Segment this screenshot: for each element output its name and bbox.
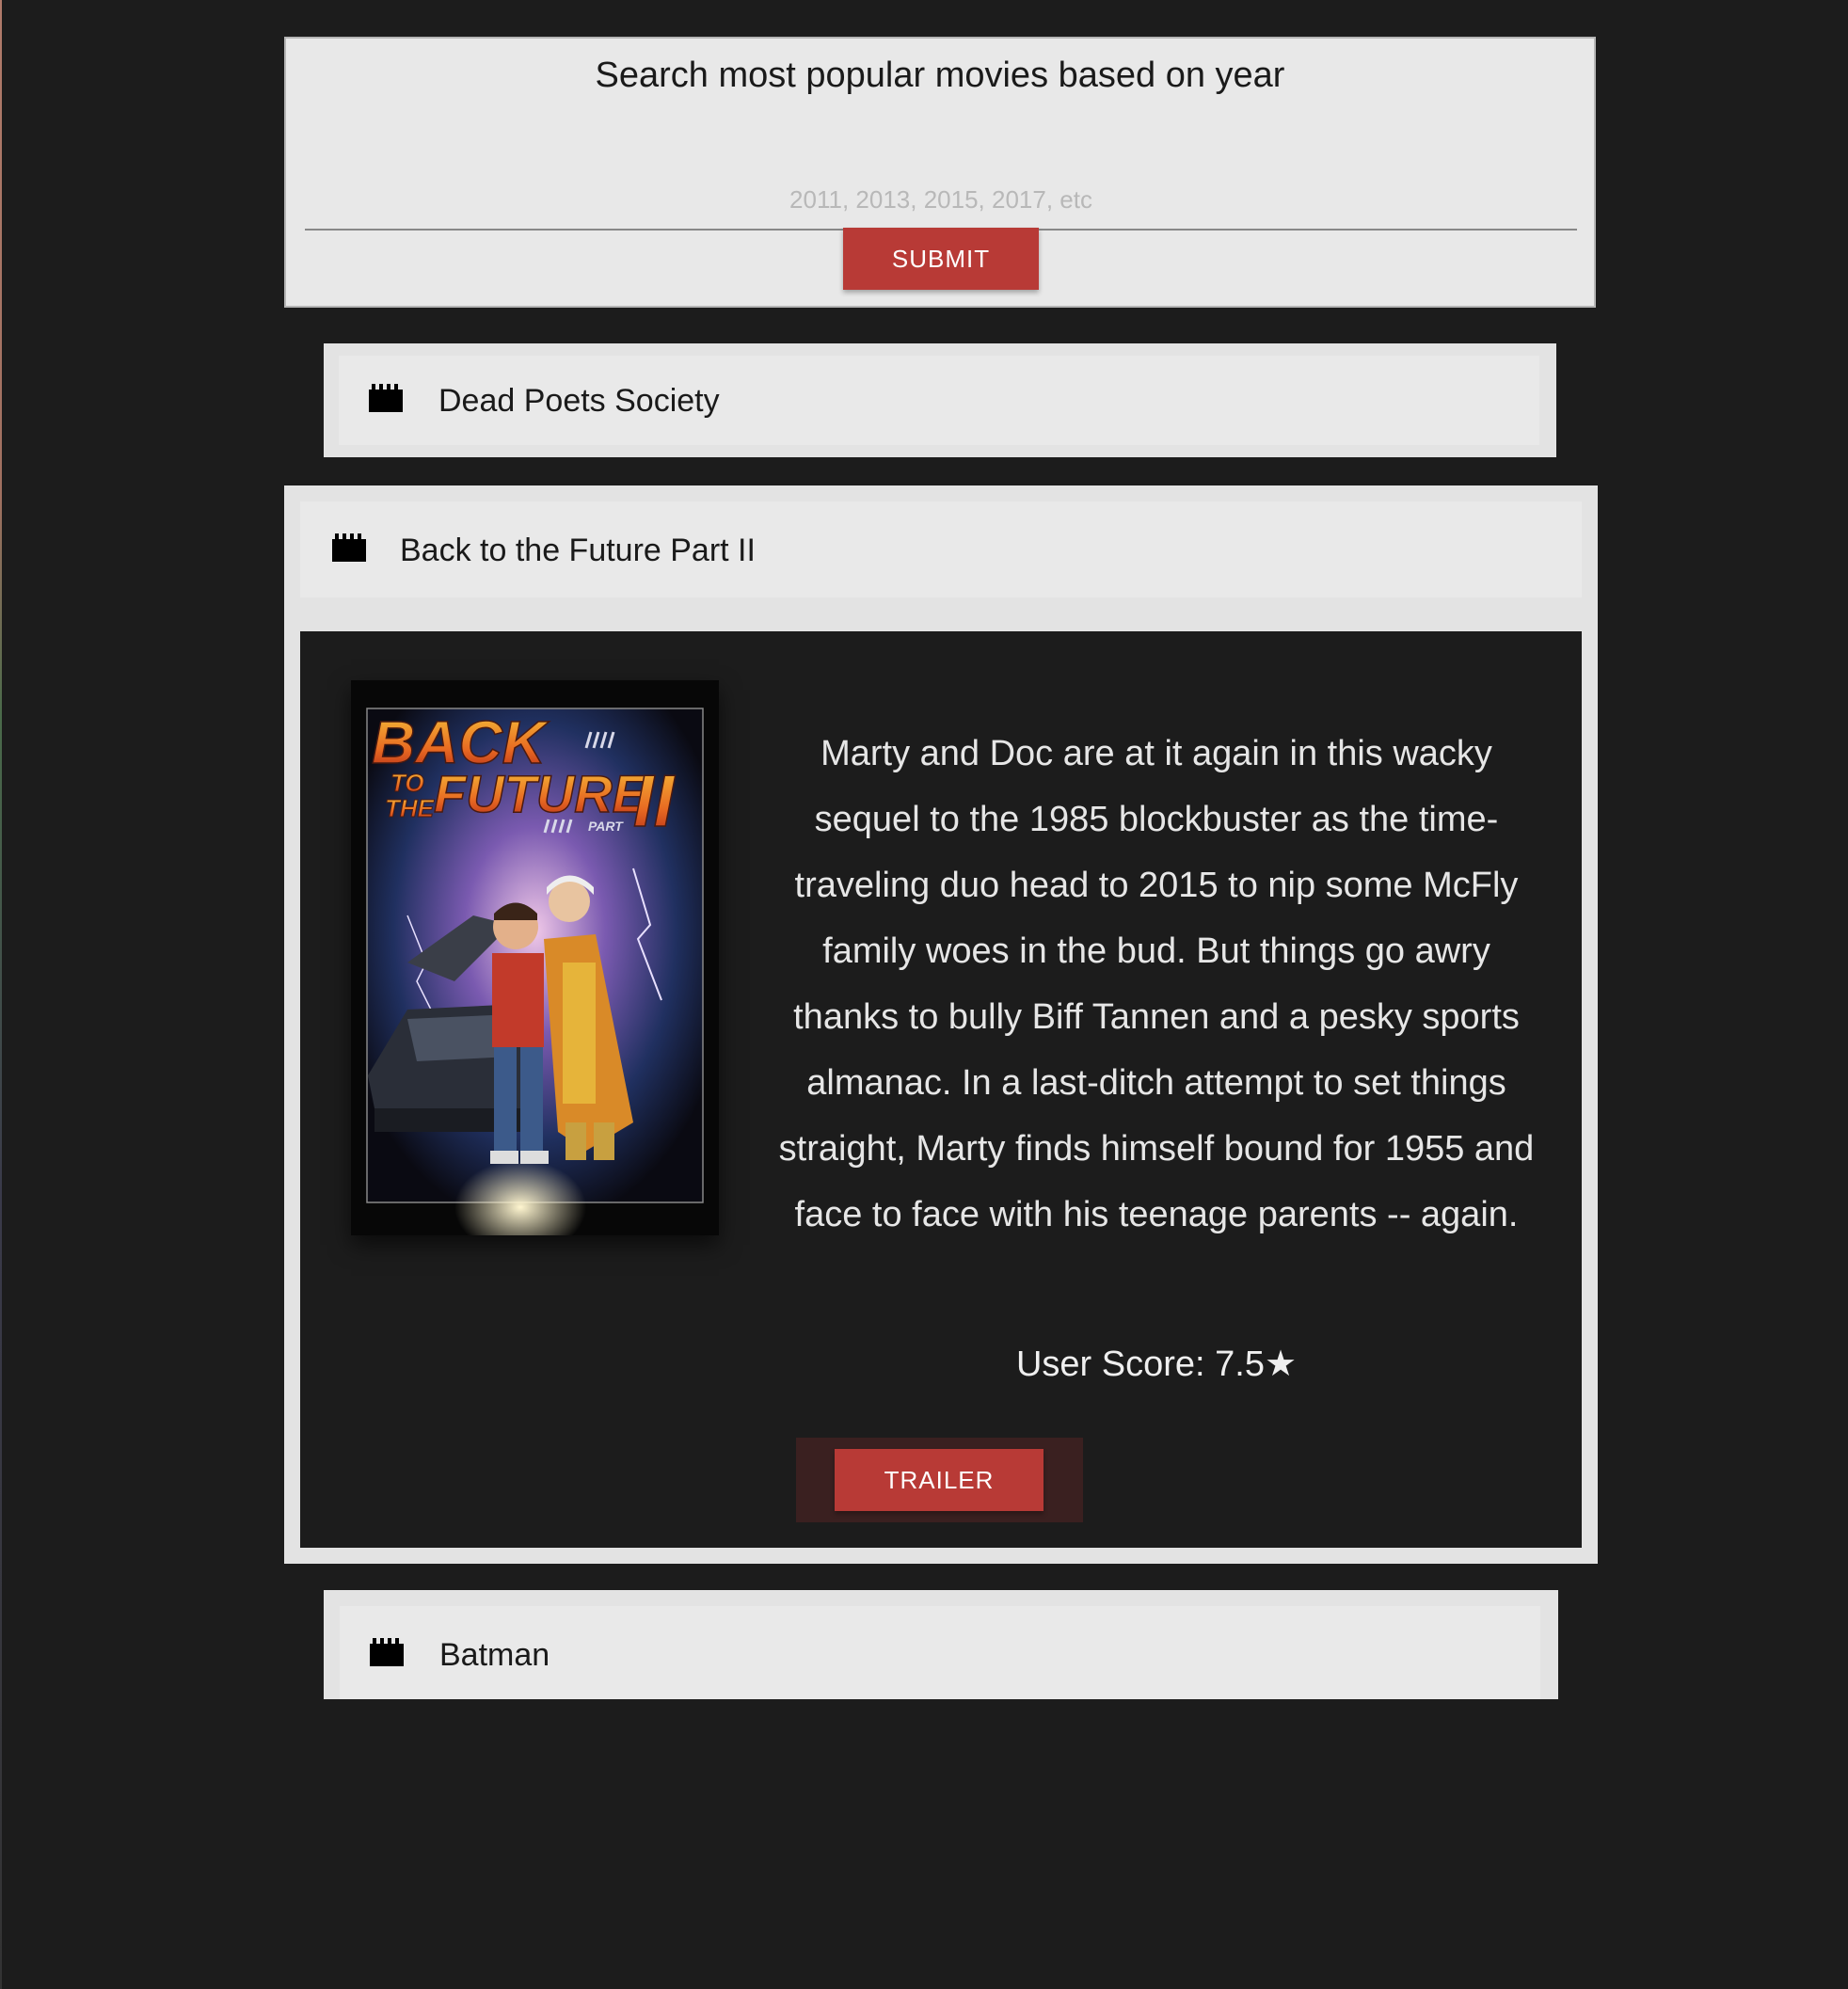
svg-text:TO: TO — [390, 769, 424, 797]
movie-header-dead-poets-society[interactable]: Dead Poets Society — [339, 356, 1539, 445]
movie-header-batman[interactable]: Batman — [340, 1606, 1540, 1699]
trailer-button[interactable]: TRAILER — [835, 1449, 1043, 1511]
window-edge — [0, 0, 2, 1989]
movie-title: Dead Poets Society — [438, 383, 720, 419]
movie-title: Batman — [439, 1637, 550, 1673]
submit-button[interactable]: SUBMIT — [843, 228, 1039, 290]
movie-item: Dead Poets Society — [324, 343, 1556, 457]
movie-overview: Marty and Doc are at it again in this wa… — [778, 734, 1535, 1234]
movie-poster: BACK TO THE FUTURE II PART — [351, 680, 719, 1235]
svg-text:PART: PART — [588, 819, 624, 834]
clapperboard-icon — [332, 533, 366, 562]
clapperboard-icon — [369, 384, 403, 412]
search-title: Search most popular movies based on year — [595, 56, 1285, 95]
movie-item: Batman — [324, 1590, 1558, 1699]
trailer-button-container: TRAILER — [796, 1438, 1083, 1522]
movie-title: Back to the Future Part II — [400, 533, 756, 568]
movie-details: BACK TO THE FUTURE II PART Marty and Doc… — [300, 631, 1582, 1548]
svg-text:THE: THE — [385, 794, 435, 822]
movie-header-back-to-the-future-part-ii[interactable]: Back to the Future Part II — [300, 501, 1582, 597]
year-search-input[interactable] — [305, 170, 1577, 231]
svg-text:FUTURE: FUTURE — [434, 764, 649, 823]
movie-item-expanded: Back to the Future Part II BACK TO THE F… — [284, 485, 1598, 1564]
clapperboard-icon — [370, 1638, 404, 1666]
search-card: Search most popular movies based on year… — [284, 37, 1596, 308]
user-score: User Score: 7.5★ — [1015, 1345, 1298, 1384]
svg-text:II: II — [633, 759, 676, 842]
